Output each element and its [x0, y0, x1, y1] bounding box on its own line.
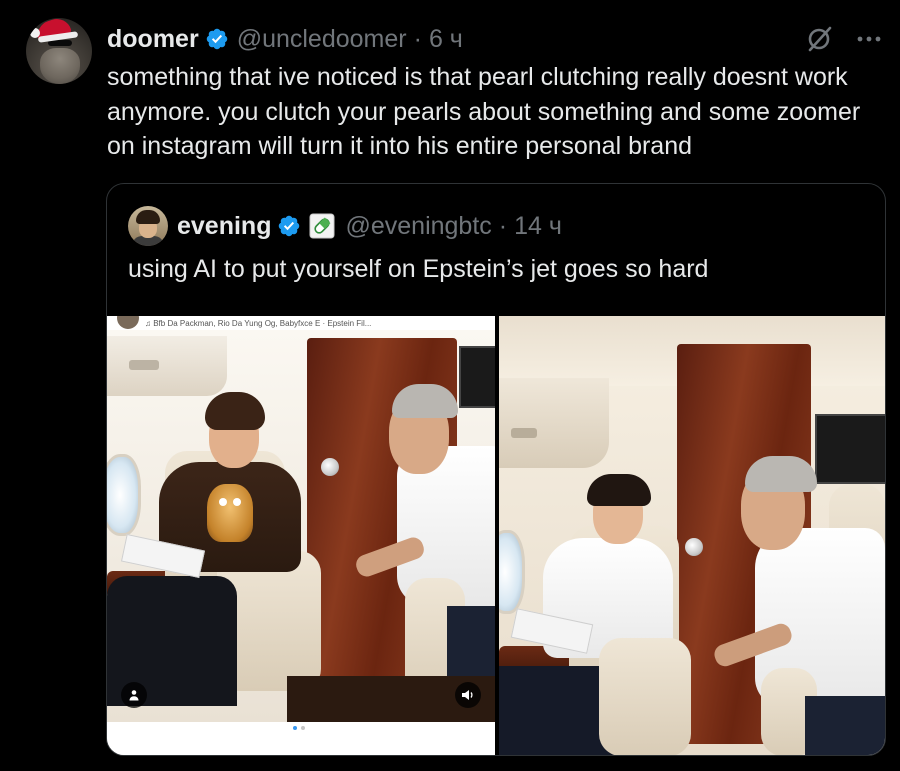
quote-timestamp[interactable]: 14 ч [514, 212, 562, 241]
quoted-tweet[interactable]: evening @eveningbtc · 14 ч using AI to p… [106, 183, 886, 756]
quote-text: using AI to put yourself on Epstein’s je… [128, 255, 709, 283]
separator-dot: · [413, 24, 422, 53]
tweet[interactable]: doomer @uncledoomer · 6 ч something that… [0, 0, 900, 771]
instagram-bottom-bar [107, 722, 495, 755]
verified-badge-icon [206, 28, 227, 50]
media-image-right[interactable] [499, 316, 885, 755]
carousel-dot-active [293, 726, 297, 730]
separator-dot: · [498, 211, 508, 240]
quote-header: evening @eveningbtc · 14 ч [177, 210, 562, 242]
author-name[interactable]: doomer [107, 25, 199, 54]
carousel-dots [293, 726, 305, 730]
quote-author-name[interactable]: evening [177, 212, 271, 241]
grok-icon[interactable] [804, 24, 834, 54]
author-handle[interactable]: @uncledoomer [237, 25, 407, 54]
more-icon[interactable] [854, 24, 884, 54]
verified-badge-icon [279, 215, 300, 237]
pill-badge-icon [309, 213, 335, 239]
quote-media: ♫ Bfb Da Packman, Rio Da Yung Og, Babyfx… [107, 316, 885, 755]
tweet-actions-top [804, 24, 884, 54]
sound-icon[interactable] [455, 682, 481, 708]
carousel-dot [301, 726, 305, 730]
tweet-header: doomer @uncledoomer · 6 ч [107, 22, 463, 56]
tweet-timestamp[interactable]: 6 ч [429, 25, 463, 54]
quote-author-avatar[interactable] [128, 206, 168, 246]
quote-author-handle[interactable]: @eveningbtc [345, 212, 491, 241]
audio-caption: ♫ Bfb Da Packman, Rio Da Yung Og, Babyfx… [145, 318, 372, 328]
author-avatar[interactable] [26, 18, 92, 84]
user-icon[interactable] [121, 682, 147, 708]
instagram-audio-bar: ♫ Bfb Da Packman, Rio Da Yung Og, Babyfx… [107, 316, 495, 330]
tweet-text: something that ive noticed is that pearl… [107, 63, 861, 160]
media-image-left[interactable]: ♫ Bfb Da Packman, Rio Da Yung Og, Babyfx… [107, 316, 495, 755]
